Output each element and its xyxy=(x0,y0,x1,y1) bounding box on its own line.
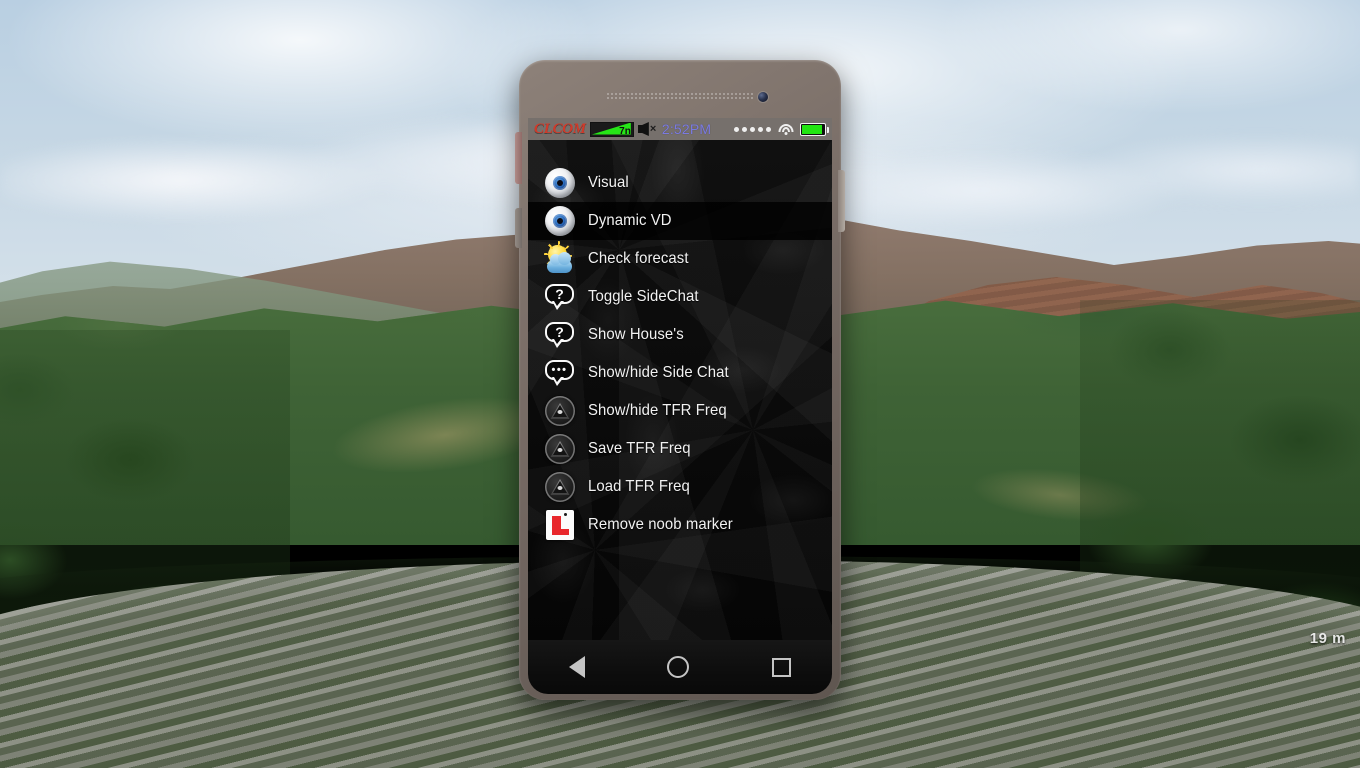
menu-item-toggle-sidechat[interactable]: ? Toggle SideChat xyxy=(528,278,832,316)
menu-item-visual[interactable]: Visual xyxy=(528,164,832,202)
earpiece-speaker-grille xyxy=(606,92,754,101)
weather-sun-cloud-icon xyxy=(543,240,576,275)
menu-item-show-hide-tfr-freq[interactable]: Show/hide TFR Freq xyxy=(528,392,832,430)
front-camera-icon xyxy=(758,92,768,102)
home-wallpaper: Visual Dynamic VD Check forecast ? Toggl… xyxy=(528,140,832,640)
status-clock: 2:52PM xyxy=(661,121,712,137)
phone-device: CLCOM 7n × 2:52PM Visual Dynamic VD Chec… xyxy=(515,60,845,700)
menu-item-check-forecast[interactable]: Check forecast xyxy=(528,240,832,278)
eye-icon xyxy=(544,205,576,237)
signal-strength-label: 7n xyxy=(619,125,631,137)
menu-item-show-hide-side-chat[interactable]: ••• Show/hide Side Chat xyxy=(528,354,832,392)
home-icon[interactable] xyxy=(667,656,690,678)
menu-item-label: Save TFR Freq xyxy=(588,440,691,457)
android-navigation-bar xyxy=(528,640,832,694)
menu-item-dynamic-vd[interactable]: Dynamic VD xyxy=(528,202,832,240)
phone-screen: CLCOM 7n × 2:52PM Visual Dynamic VD Chec… xyxy=(528,118,832,640)
volume-up-button[interactable] xyxy=(515,132,522,184)
status-bar-right-group xyxy=(734,122,829,136)
pyramid-seal-icon xyxy=(544,395,576,427)
hud-altitude-readout: 19 m xyxy=(1309,630,1346,647)
battery-icon xyxy=(800,122,829,136)
menu-item-label: Visual xyxy=(588,174,629,191)
menu-item-save-tfr-freq[interactable]: Save TFR Freq xyxy=(528,430,832,468)
action-menu-list: Visual Dynamic VD Check forecast ? Toggl… xyxy=(528,164,832,544)
signal-strength-icon: 7n xyxy=(589,121,634,137)
mute-cross-glyph: × xyxy=(649,123,657,135)
menu-item-remove-noob-marker[interactable]: Remove noob marker xyxy=(528,506,832,544)
back-icon[interactable] xyxy=(569,656,586,678)
volume-down-button[interactable] xyxy=(515,208,522,248)
menu-item-label: Dynamic VD xyxy=(588,212,672,229)
question-bubble-icon: ? xyxy=(544,319,576,351)
menu-item-show-houses[interactable]: ? Show House's xyxy=(528,316,832,354)
signal-dots-icon xyxy=(734,126,771,132)
mute-speaker-icon: × xyxy=(637,122,658,136)
carrier-label: CLCOM xyxy=(534,120,586,137)
wifi-icon xyxy=(778,123,793,135)
eye-icon xyxy=(544,167,576,199)
menu-item-label: Show House's xyxy=(588,326,684,343)
question-bubble-icon: ? xyxy=(544,281,576,313)
power-button[interactable] xyxy=(838,170,845,232)
recents-icon[interactable] xyxy=(771,657,791,677)
menu-item-label: Show/hide TFR Freq xyxy=(588,402,727,419)
pyramid-seal-icon xyxy=(544,433,576,465)
menu-item-label: Show/hide Side Chat xyxy=(588,364,729,381)
menu-item-label: Check forecast xyxy=(588,250,689,267)
menu-item-label: Remove noob marker xyxy=(588,516,733,533)
menu-item-label: Toggle SideChat xyxy=(588,288,699,305)
menu-item-load-tfr-freq[interactable]: Load TFR Freq xyxy=(528,468,832,506)
status-bar: CLCOM 7n × 2:52PM xyxy=(528,118,832,140)
l-plate-icon xyxy=(544,509,576,541)
pyramid-seal-icon xyxy=(544,471,576,503)
menu-item-label: Load TFR Freq xyxy=(588,478,690,495)
chat-bubble-icon: ••• xyxy=(544,357,576,389)
